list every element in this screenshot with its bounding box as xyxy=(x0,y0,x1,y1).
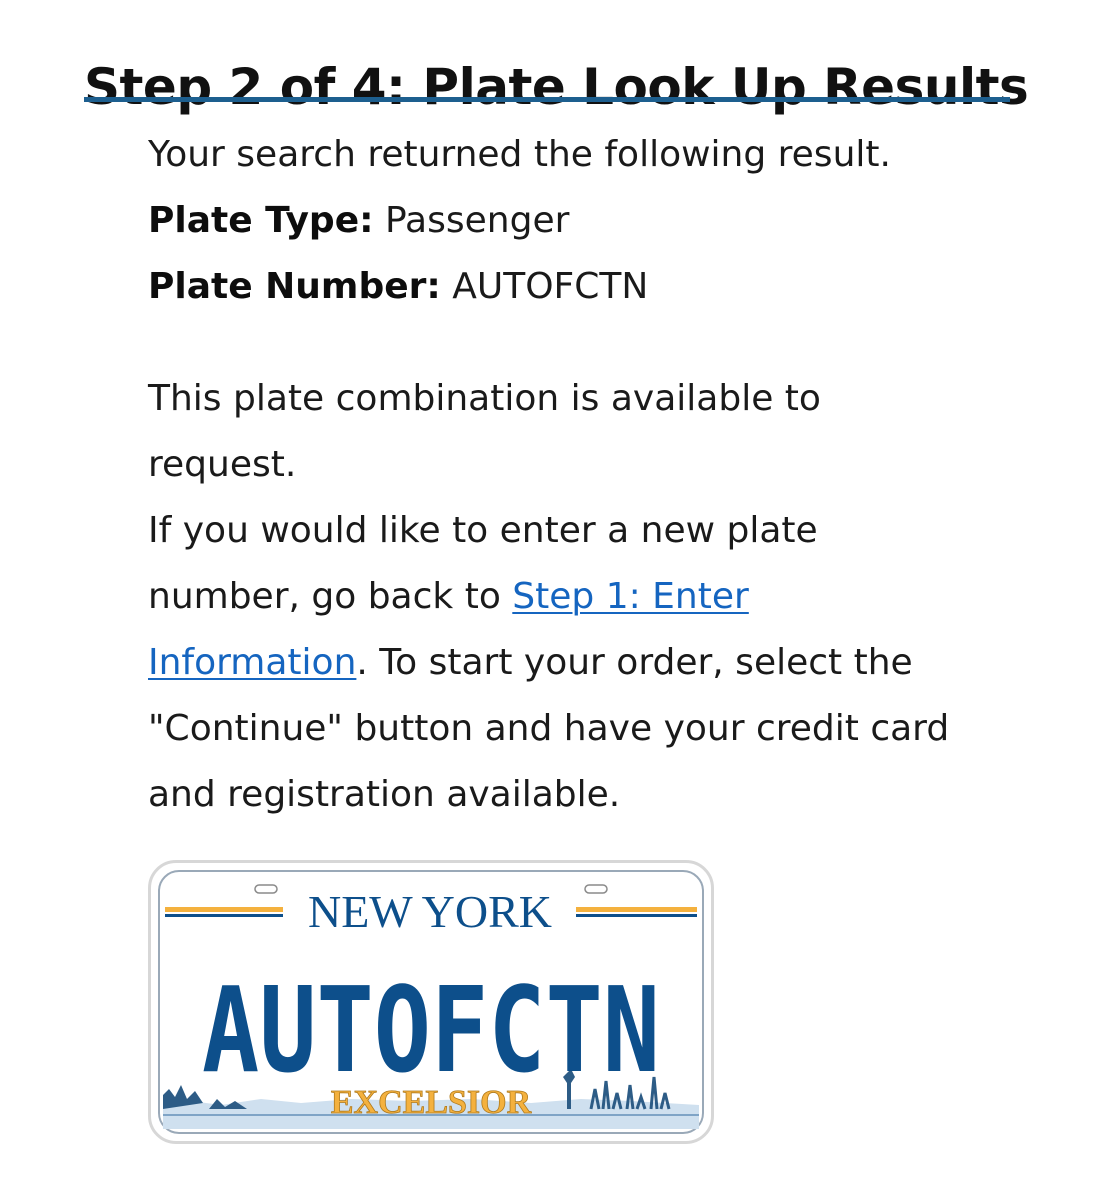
page-title: Step 2 of 4: Plate Look Up Results xyxy=(84,57,1029,116)
plate-number-label: Plate Number: xyxy=(148,266,441,307)
gold-stripe-left xyxy=(165,907,283,912)
mounting-slot-right xyxy=(584,884,608,894)
plate-number-text: AUTOFCTN xyxy=(202,961,660,1099)
blue-stripe-right xyxy=(576,914,697,917)
availability-message: This plate combination is available to r… xyxy=(148,378,821,485)
plate-type-value: Passenger xyxy=(384,200,570,241)
gold-stripe-right xyxy=(576,907,697,912)
plate-number-value: AUTOFCTN xyxy=(452,266,649,307)
blue-stripe-left xyxy=(165,914,283,917)
plate-state-name: NEW YORK xyxy=(308,886,552,937)
plate-motto: EXCELSIOR xyxy=(331,1084,532,1121)
plate-type-row: Plate Type: Passenger xyxy=(148,188,1018,254)
results-content: Your search returned the following resul… xyxy=(148,122,1018,828)
plate-number-row: Plate Number: AUTOFCTN xyxy=(148,254,1018,320)
title-divider xyxy=(84,97,1010,102)
plate-type-label: Plate Type: xyxy=(148,200,374,241)
mounting-slot-left xyxy=(254,884,278,894)
license-plate-image: NEW YORK AUTOFCTN EXCELSIOR xyxy=(148,860,714,1144)
instructions-message: If you would like to enter a new plate n… xyxy=(148,498,958,828)
result-intro: Your search returned the following resul… xyxy=(148,134,891,175)
plate-graphic: NEW YORK AUTOFCTN EXCELSIOR xyxy=(158,870,704,1134)
